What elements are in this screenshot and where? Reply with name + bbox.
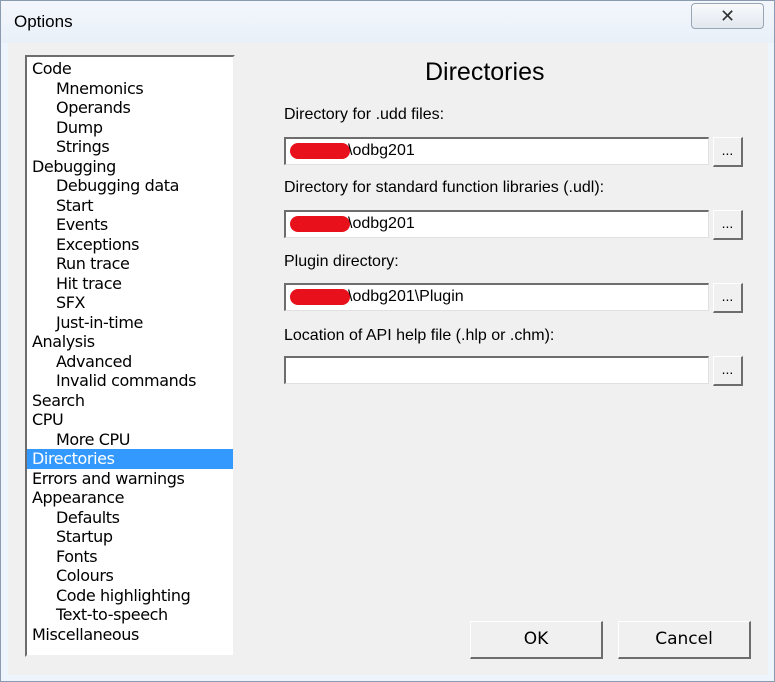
tree-item-invalid-commands[interactable]: Invalid commands — [27, 371, 233, 391]
redaction-mark — [290, 215, 350, 232]
api-help-label: Location of API help file (.hlp or .chm)… — [284, 327, 555, 344]
tree-item-startup[interactable]: Startup — [27, 527, 233, 547]
tree-item-debugging-data[interactable]: Debugging data — [27, 176, 233, 196]
plugin-browse-button[interactable]: ... — [713, 283, 743, 313]
options-window: Options ✕ Code Mnemonics Operands Dump Strin… — [0, 0, 775, 682]
udd-directory-field[interactable]: \odbg201 — [284, 137, 709, 165]
api-help-field[interactable] — [284, 356, 709, 384]
tree-item-mnemonics[interactable]: Mnemonics — [27, 79, 233, 99]
close-icon: ✕ — [719, 5, 736, 26]
tree-list: Code Mnemonics Operands Dump Strings Debuggin… — [27, 59, 233, 644]
tree-item-cpu[interactable]: CPU — [27, 410, 233, 430]
plugin-directory-value: \odbg201\Plugin — [348, 288, 464, 305]
tree-item-operands[interactable]: Operands — [27, 98, 233, 118]
udd-browse-button[interactable]: ... — [713, 137, 743, 167]
close-button[interactable]: ✕ — [691, 3, 764, 29]
udd-directory-label: Directory for .udd files: — [284, 106, 445, 123]
tree-item-more-cpu[interactable]: More CPU — [27, 430, 233, 450]
tree-item-dump[interactable]: Dump — [27, 118, 233, 138]
tree-item-hit-trace[interactable]: Hit trace — [27, 274, 233, 294]
ok-button[interactable]: OK — [470, 621, 603, 659]
redaction-mark — [290, 142, 350, 159]
api-help-browse-button[interactable]: ... — [713, 356, 743, 386]
udl-directory-field[interactable]: \odbg201 — [284, 210, 709, 238]
tree-item-advanced[interactable]: Advanced — [27, 352, 233, 372]
tree-item-code-highlighting[interactable]: Code highlighting — [27, 586, 233, 606]
udd-directory-value: \odbg201 — [348, 142, 415, 159]
tree-item-just-in-time[interactable]: Just-in-time — [27, 313, 233, 333]
plugin-directory-label: Plugin directory: — [284, 253, 399, 270]
tree-item-events[interactable]: Events — [27, 215, 233, 235]
tree-item-code[interactable]: Code — [27, 59, 233, 79]
tree-item-search[interactable]: Search — [27, 391, 233, 411]
page-title: Directories — [425, 58, 545, 86]
tree-item-text-to-speech[interactable]: Text-to-speech — [27, 605, 233, 625]
tree-item-defaults[interactable]: Defaults — [27, 508, 233, 528]
udl-directory-label: Directory for standard function librarie… — [284, 179, 605, 196]
udl-browse-button[interactable]: ... — [713, 210, 743, 240]
tree-item-exceptions[interactable]: Exceptions — [27, 235, 233, 255]
window-title: Options — [14, 12, 73, 31]
redaction-mark — [290, 288, 350, 305]
dialog-body: Code Mnemonics Operands Dump Strings Debuggin… — [8, 43, 768, 675]
plugin-directory-field[interactable]: \odbg201\Plugin — [284, 283, 709, 311]
tree-item-run-trace[interactable]: Run trace — [27, 254, 233, 274]
udl-directory-value: \odbg201 — [348, 215, 415, 232]
tree-item-analysis[interactable]: Analysis — [27, 332, 233, 352]
tree-item-sfx[interactable]: SFX — [27, 293, 233, 313]
tree-item-miscellaneous[interactable]: Miscellaneous — [27, 625, 233, 645]
options-tree[interactable]: Code Mnemonics Operands Dump Strings Debuggin… — [25, 55, 235, 657]
tree-item-debugging[interactable]: Debugging — [27, 157, 233, 177]
tree-item-colours[interactable]: Colours — [27, 566, 233, 586]
tree-item-errors-and-warnings[interactable]: Errors and warnings — [27, 469, 233, 489]
cancel-button[interactable]: Cancel — [618, 621, 751, 659]
title-bar[interactable]: Options ✕ — [1, 1, 774, 43]
tree-item-start[interactable]: Start — [27, 196, 233, 216]
tree-item-fonts[interactable]: Fonts — [27, 547, 233, 567]
tree-item-directories[interactable]: Directories — [27, 449, 233, 469]
tree-item-strings[interactable]: Strings — [27, 137, 233, 157]
tree-item-appearance[interactable]: Appearance — [27, 488, 233, 508]
